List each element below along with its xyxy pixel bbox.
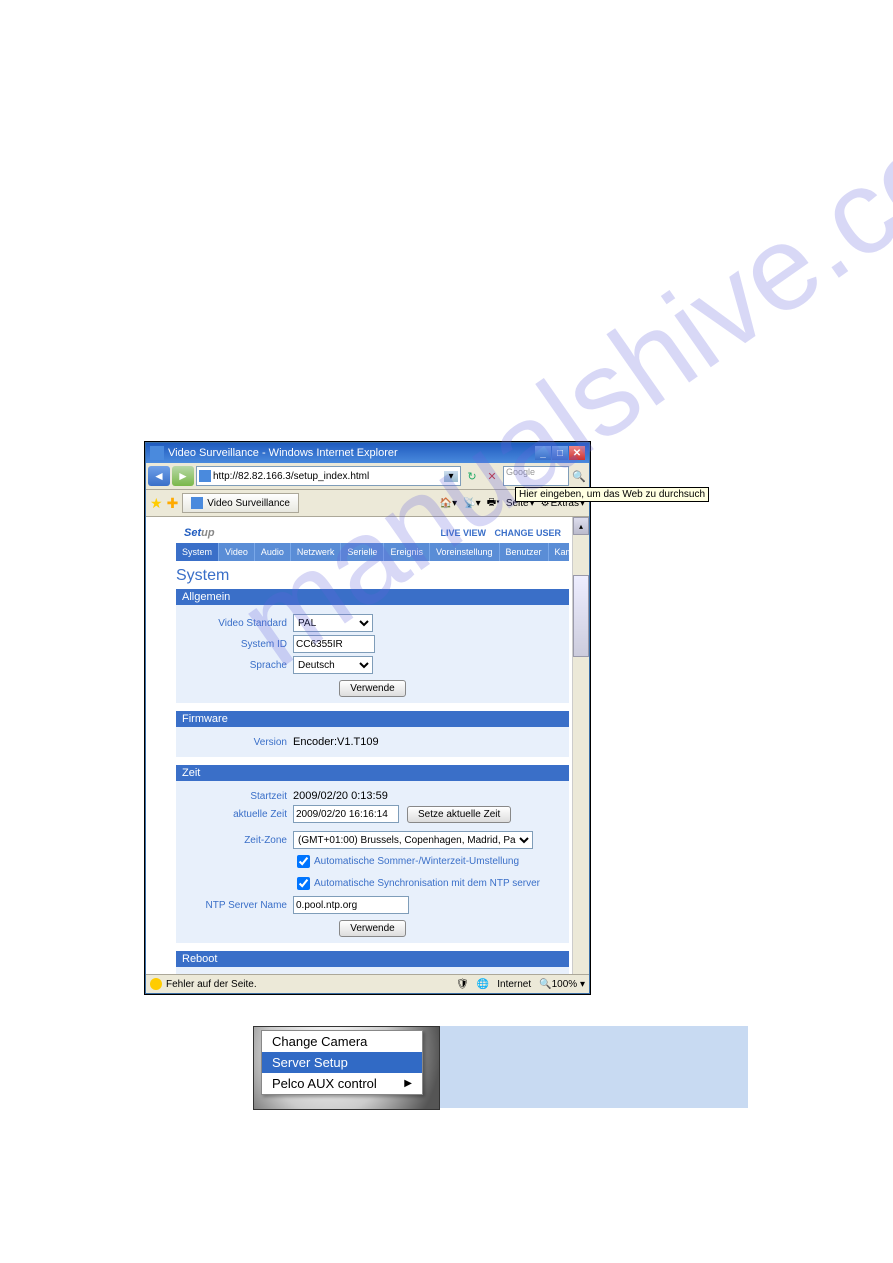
system-id-input[interactable] [293,635,375,653]
startzeit-value: 2009/02/20 0:13:59 [293,790,388,802]
close-button[interactable]: ✕ [569,446,585,460]
maximize-button[interactable]: □ [552,446,568,460]
search-tooltip: Hier eingeben, um das Web zu durchsuch [515,487,709,502]
set-time-button[interactable]: Setze aktuelle Zeit [407,806,511,823]
favicon-icon [199,470,211,482]
tab-serielle[interactable]: Serielle [341,543,384,561]
menu-pelco-aux[interactable]: Pelco AUX control▶ [262,1073,422,1094]
menu-change-camera[interactable]: Change Camera [262,1031,422,1052]
zeit-panel: Startzeit 2009/02/20 0:13:59 aktuelle Ze… [176,781,569,943]
scroll-thumb[interactable] [573,575,589,657]
address-dropdown[interactable]: ▾ [444,471,458,482]
ntp-server-input[interactable] [293,896,409,914]
tab-video[interactable]: Video [219,543,255,561]
allgemein-apply-button[interactable]: Verwende [339,680,405,697]
tab-title: Video Surveillance [207,498,290,509]
allgemein-header: Allgemein [176,589,569,605]
search-box[interactable]: Google [503,466,569,486]
system-id-label: System ID [182,639,293,650]
change-user-link[interactable]: CHANGE USER [494,528,561,538]
status-bar: Fehler auf der Seite. 🛡 🌐 Internet 🔍100%… [146,974,589,993]
context-menu: Change Camera Server Setup Pelco AUX con… [261,1030,423,1095]
zone-text: Internet [497,979,531,990]
aktuelle-zeit-input[interactable] [293,805,399,823]
content-area: ▴ Setup LIVE VIEW CHANGE USER System Vid… [146,517,589,983]
aktuelle-zeit-label: aktuelle Zeit [182,809,293,820]
firmware-panel: Version Encoder:V1.T109 [176,727,569,757]
scrollbar[interactable]: ▴ [572,517,589,983]
live-view-link[interactable]: LIVE VIEW [440,528,486,538]
favorites-star-icon[interactable]: ★ [150,495,163,512]
tab-system[interactable]: System [176,543,219,561]
ntp-sync-checkbox[interactable] [297,877,310,890]
zeitzone-select[interactable]: (GMT+01:00) Brussels, Copenhagen, Madrid… [293,831,533,849]
scroll-up-button[interactable]: ▴ [573,517,589,535]
zone-icon: 🌐 [477,979,489,990]
dst-checkbox[interactable] [297,855,310,868]
video-standard-select[interactable]: PAL [293,614,373,632]
refresh-button[interactable]: ↻ [463,467,481,485]
page-title: System [176,567,569,585]
window-title: Video Surveillance - Windows Internet Ex… [168,447,398,459]
submenu-arrow-icon: ▶ [404,1078,412,1089]
setup-logo: Setup [184,527,215,539]
version-label: Version [182,737,293,748]
browser-tab[interactable]: Video Surveillance [182,493,299,513]
zeit-apply-button[interactable]: Verwende [339,920,405,937]
back-button[interactable]: ◄ [148,466,170,486]
ntp-server-label: NTP Server Name [182,900,293,911]
forward-button[interactable]: ► [172,466,194,486]
version-value: Encoder:V1.T109 [293,736,379,748]
zeit-header: Zeit [176,765,569,781]
feeds-button[interactable]: 📡▾ [463,498,480,509]
search-go-button[interactable]: 🔍 [571,470,587,483]
tab-benutzer[interactable]: Benutzer [500,543,549,561]
zeitzone-label: Zeit-Zone [182,835,293,846]
ie-icon [150,446,164,460]
home-button[interactable]: 🏠▾ [440,498,457,509]
startzeit-label: Startzeit [182,791,293,802]
url-text: http://82.82.166.3/setup_index.html [213,471,369,482]
status-shield-icon: 🛡 [456,979,469,990]
tab-voreinstellung[interactable]: Voreinstellung [430,543,500,561]
print-button[interactable]: 🖶▾ [487,495,500,512]
titlebar[interactable]: Video Surveillance - Windows Internet Ex… [146,443,589,463]
ntp-sync-label: Automatische Synchronisation mit dem NTP… [314,878,540,889]
tab-ereignis[interactable]: Ereignis [384,543,430,561]
minimize-button[interactable]: _ [535,446,551,460]
video-standard-label: Video Standard [182,618,293,629]
zoom-control[interactable]: 🔍100% ▾ [539,979,585,990]
status-warning-icon [150,978,162,990]
menu-server-setup[interactable]: Server Setup [262,1052,422,1073]
sprache-label: Sprache [182,660,293,671]
add-favorite-icon[interactable]: ✚ [167,495,179,512]
status-text: Fehler auf der Seite. [166,979,257,990]
tab-audio[interactable]: Audio [255,543,291,561]
nav-toolbar: ◄ ► http://82.82.166.3/setup_index.html … [146,463,589,490]
browser-window: Video Surveillance - Windows Internet Ex… [145,442,590,994]
address-bar[interactable]: http://82.82.166.3/setup_index.html ▾ [196,466,461,486]
reboot-header: Reboot [176,951,569,967]
setup-header: Setup LIVE VIEW CHANGE USER [176,523,569,543]
tab-favicon-icon [191,497,203,509]
dst-label: Automatische Sommer-/Winterzeit-Umstellu… [314,856,519,867]
sprache-select[interactable]: Deutsch [293,656,373,674]
tab-netzwerk[interactable]: Netzwerk [291,543,342,561]
allgemein-panel: Video Standard PAL System ID Sprache Deu… [176,605,569,703]
firmware-header: Firmware [176,711,569,727]
menu-bar: System Video Audio Netzwerk Serielle Ere… [176,543,569,561]
context-menu-callout: Change Camera Server Setup Pelco AUX con… [253,1026,748,1108]
stop-button[interactable]: ✕ [483,467,501,485]
